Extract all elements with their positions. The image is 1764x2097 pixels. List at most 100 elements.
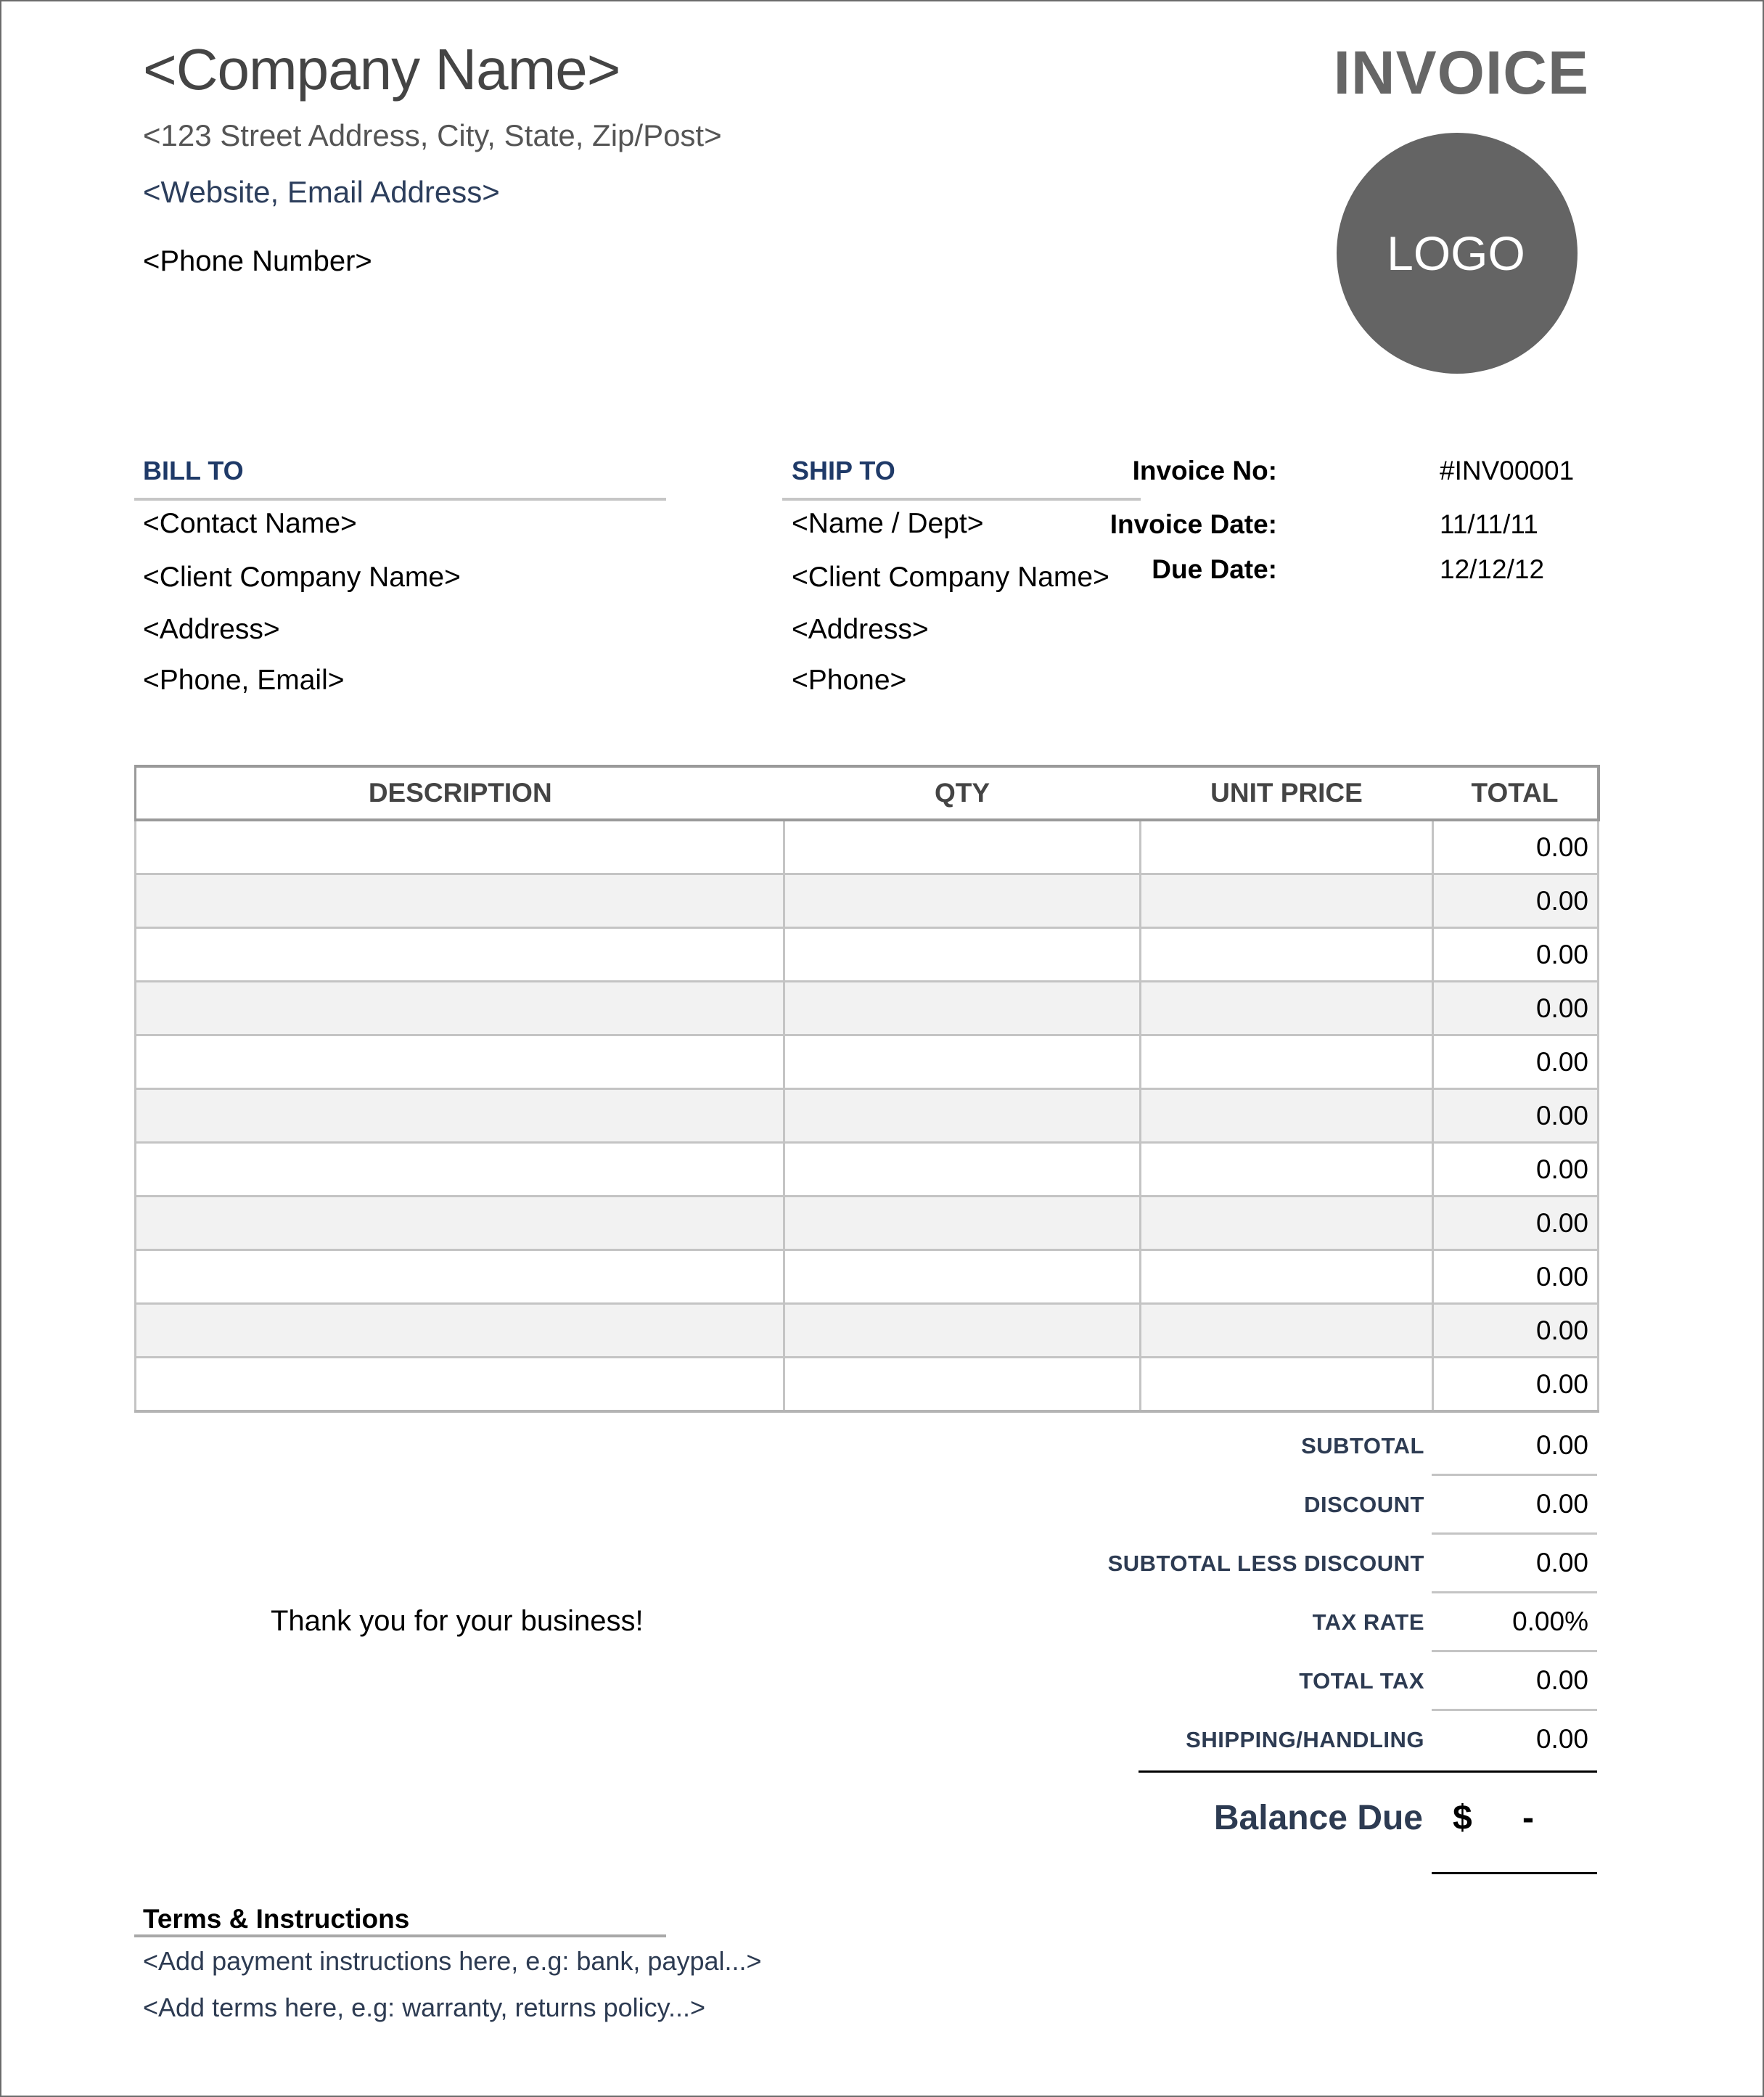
totals-label: DISCOUNT [1304,1492,1424,1517]
due-date-row: Due Date: 12/12/12 [1152,554,1596,591]
cell-qty[interactable] [783,1141,1141,1197]
column-header-qty: QTY [784,765,1141,821]
table-row: 0.00 [134,980,1599,1036]
cell-qty[interactable] [783,873,1141,929]
ship-to-title: SHIP TO [792,456,895,485]
totals-label: SHIPPING/HANDLING [1186,1727,1424,1752]
line-items-table: DESCRIPTION QTY UNIT PRICE TOTAL 0.00 0.0… [134,765,1600,1413]
table-row: 0.00 [134,1034,1599,1090]
cell-unit-price[interactable] [1139,1088,1434,1144]
table-row: 0.00 [134,1249,1599,1305]
cell-qty[interactable] [783,1034,1141,1090]
bill-to-phone-email[interactable]: <Phone, Email> [143,665,345,697]
cell-description[interactable] [134,1195,785,1251]
cell-description[interactable] [134,1141,785,1197]
totals-value[interactable]: 0.00 [1536,1724,1588,1755]
logo-placeholder[interactable]: LOGO [1337,133,1578,374]
company-address[interactable]: <123 Street Address, City, State, Zip/Po… [143,118,722,153]
cell-total: 0.00 [1432,927,1599,982]
invoice-date-value[interactable]: 11/11/11 [1440,509,1538,540]
cell-unit-price[interactable] [1139,1034,1434,1090]
due-date-value[interactable]: 12/12/12 [1440,554,1544,585]
cell-unit-price[interactable] [1139,1302,1434,1358]
cell-description[interactable] [134,1356,785,1413]
cell-unit-price[interactable] [1139,1195,1434,1251]
invoice-date-row: Invoice Date: 11/11/11 [1110,509,1596,546]
cell-qty[interactable] [783,1195,1141,1251]
cell-total: 0.00 [1432,980,1599,1036]
cell-unit-price[interactable] [1139,927,1434,982]
payment-instructions[interactable]: <Add payment instructions here, e.g: ban… [143,1946,762,1977]
company-website-email[interactable]: <Website, Email Address> [143,175,500,210]
cell-unit-price[interactable] [1139,873,1434,929]
cell-description[interactable] [134,1034,785,1090]
cell-total: 0.00 [1432,1088,1599,1144]
bill-to-address[interactable]: <Address> [143,614,280,646]
cell-unit-price[interactable] [1139,980,1434,1036]
totals-value[interactable]: 0.00 [1536,1489,1588,1519]
balance-due-currency: $ [1453,1799,1472,1837]
cell-description[interactable] [134,1088,785,1144]
cell-total: 0.00 [1432,873,1599,929]
cell-unit-price[interactable] [1139,818,1434,875]
cell-qty[interactable] [783,980,1141,1036]
table-header-row: DESCRIPTION QTY UNIT PRICE TOTAL [134,765,1600,821]
cell-description[interactable] [134,818,785,875]
terms-text[interactable]: <Add terms here, e.g: warranty, returns … [143,1993,705,2023]
table-row: 0.00 [134,873,1599,929]
totals-value: 0.00 [1535,1430,1588,1460]
cell-total: 0.00 [1432,1356,1599,1413]
table-row: 0.00 [134,927,1599,982]
table-row: 0.00 [134,818,1599,875]
balance-due-value: - [1522,1799,1534,1837]
cell-description[interactable] [134,980,785,1036]
cell-total: 0.00 [1432,1302,1599,1358]
totals-value: 0.00 [1535,1665,1588,1695]
ship-to-company[interactable]: <Client Company Name> [792,562,1109,594]
totals-row: SUBTOTAL LESS DISCOUNT 0.00 [1016,1535,1597,1593]
logo-text: LOGO [1387,226,1525,280]
ship-to-phone[interactable]: <Phone> [792,665,906,697]
balance-underline [1432,1872,1597,1874]
ship-to-divider [782,498,1141,501]
cell-description[interactable] [134,1249,785,1305]
column-header-total: TOTAL [1432,765,1600,821]
bill-to-title: BILL TO [143,456,244,485]
thank-you-message[interactable]: Thank you for your business! [271,1605,644,1638]
bill-to-company[interactable]: <Client Company Name> [143,562,461,594]
totals-row: DISCOUNT 0.00 [1016,1476,1597,1535]
totals-label: SUBTOTAL [1301,1433,1424,1458]
terms-title: Terms & Instructions [143,1904,410,1934]
totals-label: TOTAL TAX [1299,1668,1424,1694]
cell-unit-price[interactable] [1139,1249,1434,1305]
cell-description[interactable] [134,927,785,982]
company-name[interactable]: <Company Name> [143,36,620,103]
cell-total: 0.00 [1432,1195,1599,1251]
table-row: 0.00 [134,1141,1599,1197]
totals-label: SUBTOTAL LESS DISCOUNT [1107,1551,1424,1576]
totals-divider [1139,1770,1597,1773]
totals-row: SHIPPING/HANDLING 0.00 [1016,1711,1597,1770]
cell-qty[interactable] [783,927,1141,982]
cell-unit-price[interactable] [1139,1356,1434,1413]
ship-to-address[interactable]: <Address> [792,614,929,646]
bill-to-contact[interactable]: <Contact Name> [143,508,357,540]
cell-total: 0.00 [1432,1141,1599,1197]
invoice-number-value[interactable]: #INV00001 [1440,456,1574,486]
cell-total: 0.00 [1432,1034,1599,1090]
totals-value: 0.00 [1535,1548,1588,1577]
cell-qty[interactable] [783,1088,1141,1144]
cell-qty[interactable] [783,1356,1141,1413]
totals-label: TAX RATE [1312,1609,1424,1635]
cell-qty[interactable] [783,818,1141,875]
cell-description[interactable] [134,873,785,929]
totals-value[interactable]: 0.00% [1512,1606,1588,1637]
invoice-number-label: Invoice No: [1132,456,1277,485]
column-header-description: DESCRIPTION [134,765,784,821]
company-phone[interactable]: <Phone Number> [143,245,372,278]
ship-to-name-dept[interactable]: <Name / Dept> [792,508,983,540]
cell-qty[interactable] [783,1249,1141,1305]
cell-qty[interactable] [783,1302,1141,1358]
cell-unit-price[interactable] [1139,1141,1434,1197]
cell-description[interactable] [134,1302,785,1358]
